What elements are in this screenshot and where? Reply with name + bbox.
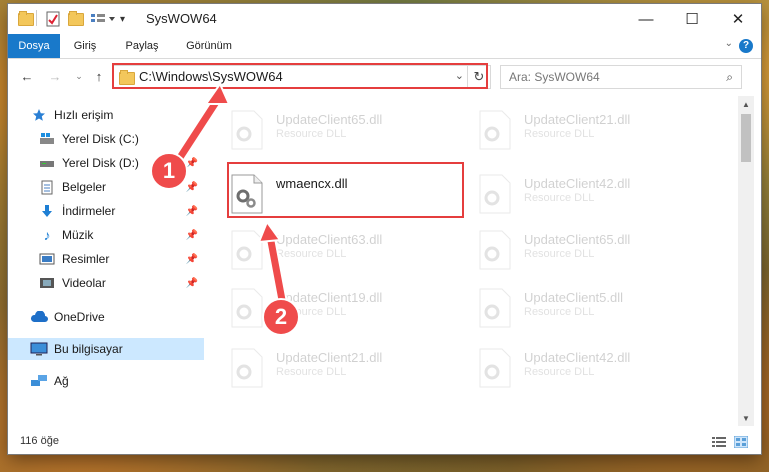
annotation-arrows — [162, 81, 288, 306]
step-1-callout: 1 — [150, 152, 188, 190]
step-2-callout: 2 — [262, 298, 300, 336]
